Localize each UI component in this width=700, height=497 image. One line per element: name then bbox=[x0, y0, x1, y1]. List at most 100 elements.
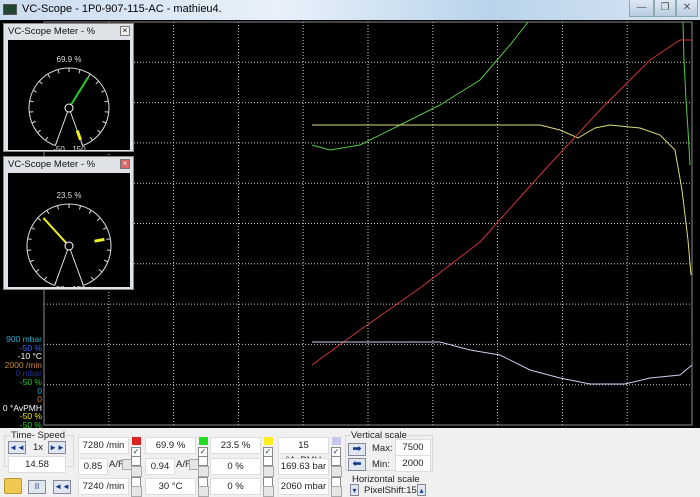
dial-edge bbox=[54, 245, 70, 286]
restore-button[interactable]: ❐ bbox=[654, 0, 676, 17]
max-label: Max: bbox=[372, 443, 393, 454]
channel-toggle[interactable] bbox=[131, 486, 142, 497]
dial-tick bbox=[95, 80, 100, 85]
trace-green bbox=[311, 21, 529, 151]
channel-value: 169.63 bar bbox=[278, 458, 329, 475]
dial-tick bbox=[27, 238, 32, 240]
dial-tick bbox=[102, 227, 107, 230]
channel-checkbox[interactable] bbox=[198, 456, 208, 466]
window-title: VC-Scope - 1P0-907-115-AC - mathieu4. bbox=[22, 3, 222, 15]
channel-toggle[interactable] bbox=[263, 486, 274, 497]
axis-label: 0 bbox=[37, 385, 42, 396]
title-bar: VC-Scope - 1P0-907-115-AC - mathieu4. — … bbox=[0, 0, 700, 20]
pause-button[interactable]: II bbox=[28, 480, 46, 494]
channel-toggle[interactable] bbox=[198, 466, 209, 477]
dial-tick bbox=[37, 217, 42, 221]
channel-color-swatch[interactable] bbox=[199, 437, 208, 445]
dial-tick bbox=[45, 136, 49, 141]
pixelshift-value: PixelShift:15 bbox=[364, 485, 417, 496]
max-field[interactable]: 7500 bbox=[395, 439, 431, 456]
increase-scale-button[interactable]: ➡ bbox=[348, 443, 366, 456]
open-folder-icon[interactable] bbox=[4, 478, 22, 494]
channel-value: 69.9 % bbox=[145, 437, 196, 454]
time-speed-label: Time- Speed bbox=[10, 430, 67, 441]
meter-min: -50 bbox=[53, 145, 65, 150]
meter-close-button[interactable]: × bbox=[120, 159, 130, 169]
channel-toggle[interactable] bbox=[131, 466, 142, 477]
min-label: Min: bbox=[372, 459, 390, 470]
dial-tick bbox=[98, 269, 103, 273]
meter-face: 69.9 %-50150peak: 191.7 % bbox=[8, 40, 130, 150]
channel-color-swatch[interactable] bbox=[264, 437, 273, 445]
dial-tick bbox=[37, 129, 41, 134]
channel-checkbox[interactable] bbox=[263, 456, 273, 466]
channel-toggle[interactable] bbox=[331, 486, 342, 497]
horizontal-scale-label: Horizontal scale bbox=[352, 474, 420, 485]
time-field[interactable]: 14.58 bbox=[8, 456, 66, 473]
channel-checkbox[interactable] bbox=[131, 456, 141, 466]
pixelshift-down-button[interactable]: ▾ bbox=[350, 484, 359, 496]
channel-checkbox[interactable] bbox=[331, 456, 341, 466]
meter-max: 150 bbox=[72, 285, 86, 287]
peak-marker bbox=[75, 130, 83, 141]
needle-hub bbox=[64, 103, 74, 113]
meter-needle bbox=[68, 76, 89, 109]
channel-color-swatch[interactable] bbox=[132, 437, 141, 445]
meter-needle bbox=[42, 217, 70, 247]
dial-edge bbox=[68, 245, 84, 286]
dial-tick bbox=[29, 100, 34, 103]
dial-edge bbox=[68, 107, 84, 146]
meter-max: 150 bbox=[72, 145, 86, 150]
dial-tick bbox=[90, 276, 95, 281]
meter-title: VC-Scope Meter - % bbox=[8, 26, 96, 37]
grid bbox=[44, 22, 692, 425]
channel-value: 0 % bbox=[210, 478, 261, 495]
channel-color-swatch[interactable] bbox=[332, 437, 341, 445]
channel-toggle[interactable] bbox=[198, 486, 209, 497]
dial-tick bbox=[78, 69, 81, 74]
faster-button[interactable]: ►► bbox=[48, 441, 66, 454]
dial-tick bbox=[87, 73, 91, 78]
speed-value: 1x bbox=[33, 442, 44, 453]
channel-value: 0.85 bbox=[78, 458, 108, 475]
trace-yellow bbox=[312, 124, 692, 276]
channel-value: 7280 /min bbox=[78, 437, 129, 454]
channel-value: 0.94 bbox=[145, 458, 175, 475]
dial-tick bbox=[57, 69, 60, 74]
decrease-scale-button[interactable]: ⬅ bbox=[348, 458, 366, 471]
min-field[interactable]: 2000 bbox=[395, 455, 431, 472]
dial-tick bbox=[106, 238, 111, 240]
dial-tick bbox=[38, 80, 43, 85]
dial-tick bbox=[89, 136, 93, 141]
rewind-button[interactable]: ◄◄ bbox=[53, 480, 71, 494]
close-button[interactable]: ✕ bbox=[676, 0, 698, 17]
minimize-button[interactable]: — bbox=[629, 0, 654, 17]
dial-tick bbox=[31, 227, 36, 230]
channel-toggle[interactable] bbox=[331, 466, 342, 477]
scope-plot[interactable]: 900 mbar -50 % -10 °C 2000 /min 0 mbar -50 % 0… bbox=[0, 20, 700, 438]
axis-label: -50 % bbox=[19, 377, 42, 387]
app-logo-icon bbox=[3, 4, 17, 15]
dial-tick bbox=[96, 217, 101, 221]
dial-tick bbox=[88, 210, 92, 215]
meter-window-2[interactable]: VC-Scope Meter - % × 23.5 %-50150peak: 9… bbox=[3, 156, 134, 290]
trace-red bbox=[311, 39, 692, 366]
slower-button[interactable]: ◄◄ bbox=[8, 441, 26, 454]
dial-tick bbox=[101, 90, 106, 93]
channel-value: 15 °AvPMH bbox=[278, 437, 329, 466]
channel-toggle[interactable] bbox=[263, 466, 274, 477]
peak-marker bbox=[94, 237, 105, 243]
dial-tick bbox=[104, 259, 109, 263]
dial-tick bbox=[29, 259, 34, 263]
dial-tick bbox=[47, 73, 51, 78]
control-panel: Time- Speed ◄◄ 1x ►► 14.58 II ◄◄ 7280 /m… bbox=[0, 428, 700, 497]
meter-title: VC-Scope Meter - % bbox=[8, 159, 96, 170]
meter-close-button[interactable]: × bbox=[120, 26, 130, 36]
dial-tick bbox=[102, 121, 107, 124]
pixelshift-up-button[interactable]: ▴ bbox=[417, 484, 426, 496]
channel-value: 7240 /min bbox=[78, 478, 129, 495]
dial-tick bbox=[97, 129, 101, 134]
meter-window-1[interactable]: VC-Scope Meter - % × 69.9 %-50150peak: 1… bbox=[3, 23, 134, 152]
dial-tick bbox=[35, 269, 40, 273]
dial-tick bbox=[46, 210, 50, 215]
